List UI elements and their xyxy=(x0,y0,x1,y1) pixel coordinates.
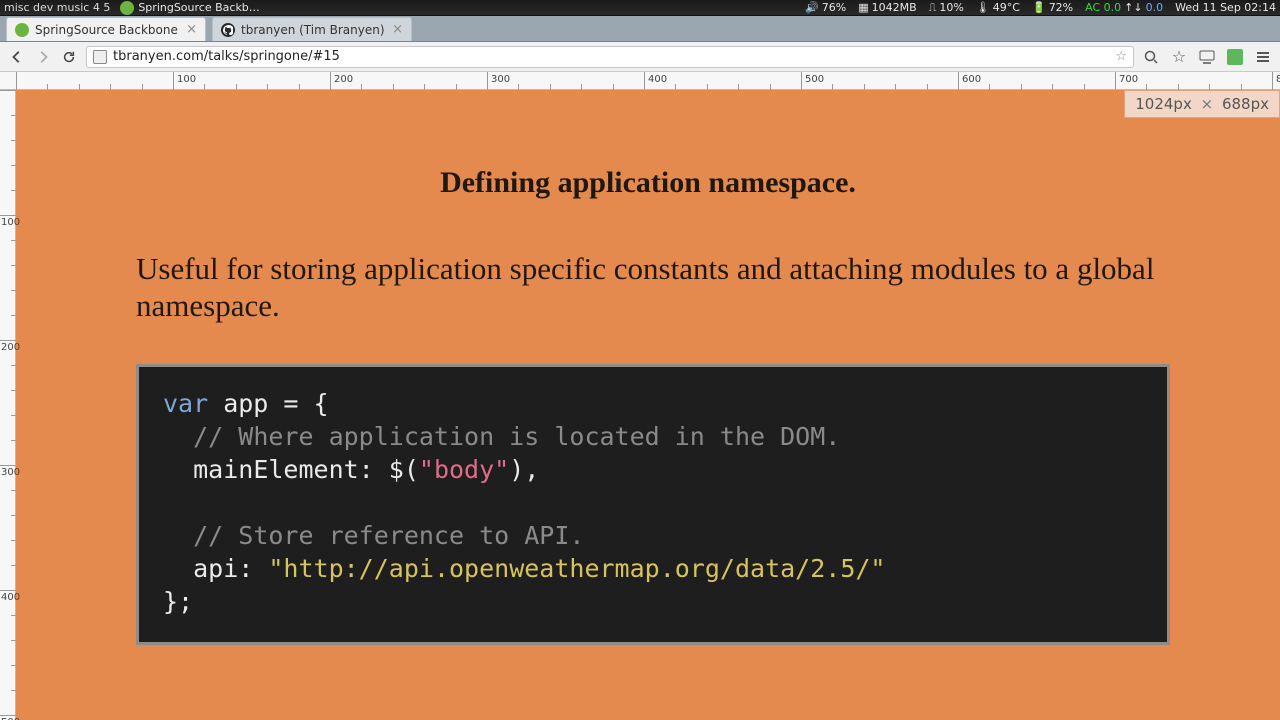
temp-indicator: 🌡 49°C xyxy=(976,1,1020,14)
volume-indicator[interactable]: 🔊 76% xyxy=(805,1,846,14)
browser-tab-active[interactable]: SpringSource Backbone × xyxy=(6,17,206,41)
reload-button[interactable] xyxy=(60,48,78,66)
reload-icon xyxy=(62,50,76,64)
bookmark-icon[interactable]: ☆ xyxy=(1170,48,1188,66)
star-icon[interactable]: ☆ xyxy=(1115,49,1127,64)
spring-icon xyxy=(15,23,29,37)
battery-icon: 🔋 xyxy=(1032,1,1046,14)
browser-tabstrip: SpringSource Backbone × tbranyen (Tim Br… xyxy=(0,16,1280,42)
devtools-icon[interactable] xyxy=(1198,48,1216,66)
ruler-horizontal: 100200300400500600700800 xyxy=(0,72,1280,90)
code-string: "body" xyxy=(419,455,509,484)
url-text: tbranyen.com/talks/springone/#15 xyxy=(113,49,1109,64)
page-icon xyxy=(93,50,107,64)
code-text: }; xyxy=(163,587,193,616)
workspace-switcher[interactable]: misc dev music 4 5 xyxy=(4,1,110,14)
github-icon xyxy=(221,23,235,37)
memory-value: 1042MB xyxy=(872,1,917,14)
cpu-icon: ⎍ xyxy=(929,1,937,15)
battery-indicator: 🔋 72% xyxy=(1032,1,1073,14)
menu-icon[interactable] xyxy=(1254,48,1272,66)
url-bar[interactable]: tbranyen.com/talks/springone/#15 ☆ xyxy=(86,46,1134,68)
code-comment: // Store reference to API. xyxy=(193,521,584,550)
times-icon: × xyxy=(1201,95,1214,113)
net-down: AC 0.0 xyxy=(1085,1,1121,14)
devtool-ruler-area: 100200300400500600700800 100200300400500… xyxy=(0,72,1280,720)
active-app-title: SpringSource Backb… xyxy=(138,1,259,14)
os-taskbar-right: 🔊 76% ▦ 1042MB ⎍ 10% 🌡 49°C 🔋 72% AC 0.0… xyxy=(805,1,1276,15)
back-button[interactable] xyxy=(8,48,26,66)
forward-button xyxy=(34,48,52,66)
code-text: ), xyxy=(509,455,539,484)
temp-value: 49°C xyxy=(993,1,1020,14)
code-comment: // Where application is located in the D… xyxy=(193,422,840,451)
spring-icon xyxy=(120,1,134,15)
net-indicator: AC 0.0 ↑↓ 0.0 xyxy=(1085,1,1163,14)
viewport-size-badge: 1024px × 688px xyxy=(1124,90,1280,118)
browser-toolbar: tbranyen.com/talks/springone/#15 ☆ ☆ xyxy=(0,42,1280,72)
os-taskbar: misc dev music 4 5 SpringSource Backb… 🔊… xyxy=(0,0,1280,16)
chip-icon: ▦ xyxy=(858,1,868,14)
speaker-icon: 🔊 xyxy=(805,1,819,14)
viewport-width: 1024px xyxy=(1135,95,1192,113)
clock[interactable]: Wed 11 Sep 02:14 xyxy=(1175,1,1276,14)
ruler-vertical: 100200300400500 xyxy=(0,90,16,720)
page-viewport: Defining application namespace. Useful f… xyxy=(16,90,1280,720)
toolbar-actions: ☆ xyxy=(1142,48,1272,66)
thermometer-icon: 🌡 xyxy=(976,1,990,14)
browser-tab-inactive[interactable]: tbranyen (Tim Branyen) × xyxy=(212,17,412,41)
os-taskbar-left: misc dev music 4 5 SpringSource Backb… xyxy=(4,1,260,15)
search-icon[interactable] xyxy=(1142,48,1160,66)
code-text: api: xyxy=(193,554,268,583)
active-app[interactable]: SpringSource Backb… xyxy=(120,1,259,15)
close-icon[interactable]: × xyxy=(392,22,403,37)
slide: Defining application namespace. Useful f… xyxy=(16,90,1280,720)
net-up: 0.0 xyxy=(1146,1,1164,14)
memory-indicator: ▦ 1042MB xyxy=(858,1,916,14)
code-keyword: var xyxy=(163,389,208,418)
close-icon[interactable]: × xyxy=(186,22,197,37)
code-text: app = { xyxy=(208,389,328,418)
battery-value: 72% xyxy=(1049,1,1073,14)
slide-title: Defining application namespace. xyxy=(16,166,1280,200)
code-string: "http://api.openweathermap.org/data/2.5/… xyxy=(268,554,885,583)
volume-value: 76% xyxy=(822,1,846,14)
tab-label: tbranyen (Tim Branyen) xyxy=(241,23,385,37)
slide-subtitle: Useful for storing application specific … xyxy=(136,250,1160,324)
tab-label: SpringSource Backbone xyxy=(35,23,178,37)
cpu-value: 10% xyxy=(939,1,963,14)
arrow-left-icon xyxy=(10,50,24,64)
extension-icon[interactable] xyxy=(1226,48,1244,66)
viewport-height: 688px xyxy=(1222,95,1269,113)
arrow-right-icon xyxy=(36,50,50,64)
cpu-indicator: ⎍ 10% xyxy=(929,1,964,15)
code-text: mainElement: $( xyxy=(193,455,419,484)
net-arrows-icon: ↑↓ xyxy=(1124,1,1142,14)
code-block: var app = { // Where application is loca… xyxy=(136,364,1170,645)
